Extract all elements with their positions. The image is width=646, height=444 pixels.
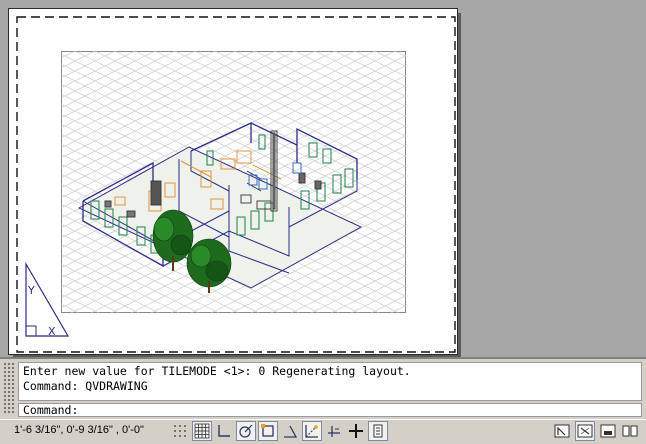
quick-view-drawings-button[interactable] bbox=[598, 421, 618, 441]
3dosnap-icon bbox=[284, 425, 298, 438]
infer-constraints-button[interactable] bbox=[170, 421, 190, 441]
qp-icon bbox=[373, 424, 383, 438]
background-area bbox=[461, 0, 646, 357]
quick-view-layouts-button[interactable] bbox=[575, 421, 595, 441]
command-history: Enter new value for TILEMODE <1>: 0 Rege… bbox=[18, 362, 642, 401]
object-snap-tracking-button[interactable] bbox=[302, 421, 322, 441]
object-snap-button[interactable] bbox=[258, 421, 278, 441]
ducs-icon bbox=[328, 426, 340, 437]
history-line: Command: QVDRAWING bbox=[23, 378, 148, 393]
layout-viewport[interactable] bbox=[61, 51, 406, 313]
command-line-grip[interactable] bbox=[3, 362, 15, 414]
command-prompt: Command: bbox=[23, 403, 79, 417]
otrack-icon bbox=[305, 425, 318, 438]
dynamic-ucs-button[interactable] bbox=[324, 421, 344, 441]
ortho-mode-button[interactable] bbox=[214, 421, 234, 441]
dynamic-input-button[interactable] bbox=[346, 421, 366, 441]
ucs-icon: Y X bbox=[25, 261, 70, 338]
ucs-x-label: X bbox=[48, 325, 56, 338]
layout-view-button[interactable] bbox=[620, 421, 640, 441]
drawing-area[interactable]: Y X bbox=[0, 0, 646, 359]
drawings-icon bbox=[600, 424, 616, 438]
command-input[interactable]: Command: bbox=[18, 403, 642, 417]
grid-display-button[interactable] bbox=[192, 421, 212, 441]
command-line-window: Enter new value for TILEMODE <1>: 0 Rege… bbox=[0, 357, 646, 419]
model-paper-button[interactable] bbox=[552, 421, 572, 441]
3d-object-snap-button[interactable] bbox=[280, 421, 300, 441]
layouts-icon bbox=[577, 424, 593, 438]
quick-properties-button[interactable] bbox=[368, 421, 388, 441]
grid-icon bbox=[194, 423, 210, 439]
dyn-icon bbox=[349, 424, 363, 438]
dotted-grid-icon bbox=[174, 425, 186, 437]
layout-icon bbox=[622, 425, 638, 437]
polar-icon bbox=[239, 424, 253, 438]
ucs-y-label: Y bbox=[27, 284, 35, 297]
history-line: Enter new value for TILEMODE <1>: 0 Rege… bbox=[23, 364, 411, 378]
status-bar: 1'-6 3/16", 0'-9 3/16" , 0'-0" bbox=[0, 419, 646, 444]
ortho-icon bbox=[218, 425, 230, 437]
coordinate-display[interactable]: 1'-6 3/16", 0'-9 3/16" , 0'-0" bbox=[14, 424, 144, 436]
osnap-icon bbox=[261, 424, 274, 437]
model-icon bbox=[554, 424, 570, 438]
polar-tracking-button[interactable] bbox=[236, 421, 256, 441]
